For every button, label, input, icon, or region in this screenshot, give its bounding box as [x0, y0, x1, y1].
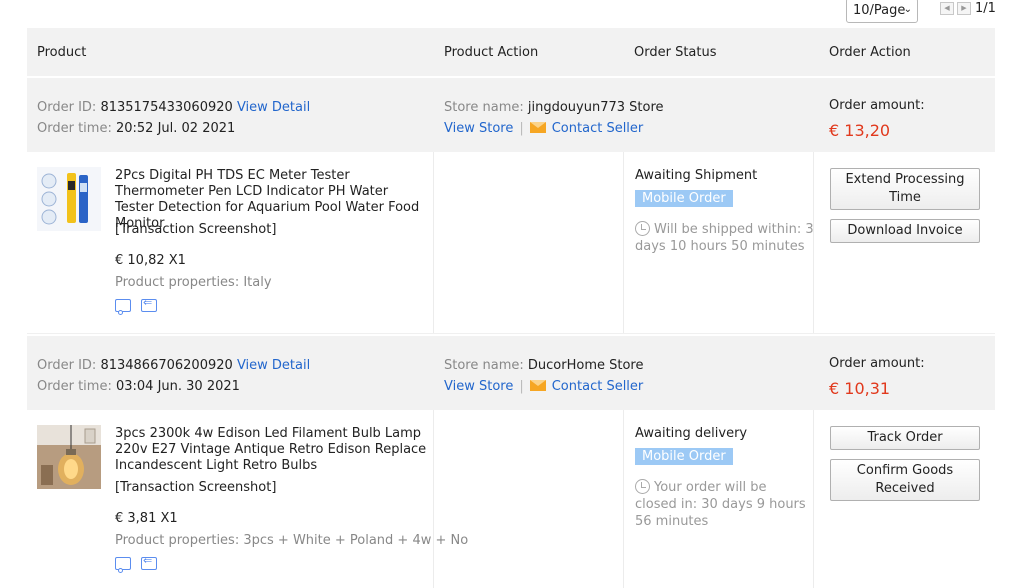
order-id: 8134866706200920	[100, 358, 233, 373]
order-amount-label: Order amount:	[829, 98, 925, 113]
header-order-action: Order Action	[829, 44, 911, 60]
order-status-cell: Awaiting Shipment Mobile Order Will be s…	[624, 152, 814, 333]
divider: |	[519, 379, 524, 394]
order-id-label: Order ID:	[37, 358, 97, 373]
order-header: Order ID: 8134866706200920 View Detail O…	[27, 336, 995, 410]
order-status: Awaiting delivery	[635, 426, 748, 441]
mail-icon	[529, 380, 546, 391]
return-icon	[141, 554, 157, 570]
truck-icon	[115, 557, 131, 573]
product-title-link[interactable]: 3pcs 2300k 4w Edison Led Filament Bulb L…	[115, 426, 430, 474]
order-time-label: Order time:	[37, 379, 112, 394]
view-detail-link[interactable]: View Detail	[237, 100, 310, 115]
truck-icon	[115, 299, 131, 315]
store-name-label: Store name:	[444, 358, 524, 373]
clock-icon	[635, 221, 650, 236]
order-id: 8135175433060920	[100, 100, 233, 115]
product-properties: Product properties: Italy	[115, 275, 272, 290]
header-product: Product	[37, 44, 87, 60]
product-cell: 2Pcs Digital PH TDS EC Meter Tester Ther…	[27, 152, 434, 333]
order-time: 20:52 Jul. 02 2021	[115, 121, 236, 136]
product-thumbnail[interactable]	[37, 167, 101, 231]
status-note: Will be shipped within: 3 days 10 hours …	[635, 221, 815, 255]
status-note-text: Your order will be closed in: 30 days 9 …	[635, 480, 806, 529]
chevron-down-icon: ⌄	[903, 4, 912, 15]
view-store-link[interactable]: View Store	[444, 379, 513, 394]
header-product-action: Product Action	[444, 44, 539, 60]
extend-processing-time-button[interactable]: Extend Processing Time	[830, 168, 980, 210]
previous-page-button[interactable]: ◀	[940, 2, 954, 15]
contact-seller-link[interactable]: Contact Seller	[552, 379, 644, 394]
pagination-bar: 10/Page ⌄ ◀ ▶ 1/1	[0, 0, 1024, 26]
page-size-value: 10/Page	[853, 3, 906, 18]
store-name-label: Store name:	[444, 100, 524, 115]
mobile-order-badge: Mobile Order	[635, 448, 733, 465]
transaction-screenshot-link[interactable]: [Transaction Screenshot]	[115, 222, 276, 237]
track-order-button[interactable]: Track Order	[830, 426, 980, 450]
product-thumbnail[interactable]	[37, 425, 101, 489]
return-icon	[141, 296, 157, 312]
page-size-select[interactable]: 10/Page ⌄	[846, 0, 918, 23]
order-status: Awaiting Shipment	[635, 168, 758, 183]
confirm-goods-received-button[interactable]: Confirm Goods Received	[830, 459, 980, 501]
order-amount-label: Order amount:	[829, 356, 925, 371]
view-store-link[interactable]: View Store	[444, 121, 513, 136]
mobile-order-badge: Mobile Order	[635, 190, 733, 207]
view-detail-link[interactable]: View Detail	[237, 358, 310, 373]
next-page-button[interactable]: ▶	[957, 2, 971, 15]
orders-table: Product Product Action Order Status Orde…	[27, 28, 995, 588]
status-note-text: Will be shipped within: 3 days 10 hours …	[635, 222, 814, 254]
order-row: 3pcs 2300k 4w Edison Led Filament Bulb L…	[27, 410, 995, 588]
store-name: DucorHome Store	[527, 358, 644, 373]
status-note: Your order will be closed in: 30 days 9 …	[635, 479, 807, 530]
order-time: 03:04 Jun. 30 2021	[115, 379, 240, 394]
order-row: 2Pcs Digital PH TDS EC Meter Tester Ther…	[27, 152, 995, 334]
header-order-status: Order Status	[634, 44, 717, 60]
divider: |	[519, 121, 524, 136]
contact-seller-link[interactable]: Contact Seller	[552, 121, 644, 136]
order-time-label: Order time:	[37, 121, 112, 136]
product-service-icons	[115, 554, 157, 573]
page-count: 1/1	[975, 1, 996, 16]
transaction-screenshot-link[interactable]: [Transaction Screenshot]	[115, 480, 276, 495]
order-id-label: Order ID:	[37, 100, 97, 115]
order-amount: € 10,31	[829, 379, 891, 398]
order-status-cell: Awaiting delivery Mobile Order Your orde…	[624, 410, 814, 588]
mail-icon	[529, 122, 546, 133]
order-action-cell: Extend Processing Time Download Invoice	[814, 152, 995, 333]
product-price: € 10,82 X1	[115, 253, 186, 268]
table-header: Product Product Action Order Status Orde…	[27, 28, 995, 76]
download-invoice-button[interactable]: Download Invoice	[830, 219, 980, 243]
product-cell: 3pcs 2300k 4w Edison Led Filament Bulb L…	[27, 410, 468, 588]
product-service-icons	[115, 296, 157, 315]
product-action-cell	[434, 410, 624, 588]
product-properties: Product properties: 3pcs + White + Polan…	[115, 533, 469, 548]
clock-icon	[635, 479, 650, 494]
order-amount: € 13,20	[829, 121, 891, 140]
store-name: jingdouyun773 Store	[527, 100, 664, 115]
product-action-cell	[434, 152, 624, 333]
order-header: Order ID: 8135175433060920 View Detail O…	[27, 78, 995, 152]
order-action-cell: Track Order Confirm Goods Received	[814, 410, 995, 588]
product-price: € 3,81 X1	[115, 511, 178, 526]
